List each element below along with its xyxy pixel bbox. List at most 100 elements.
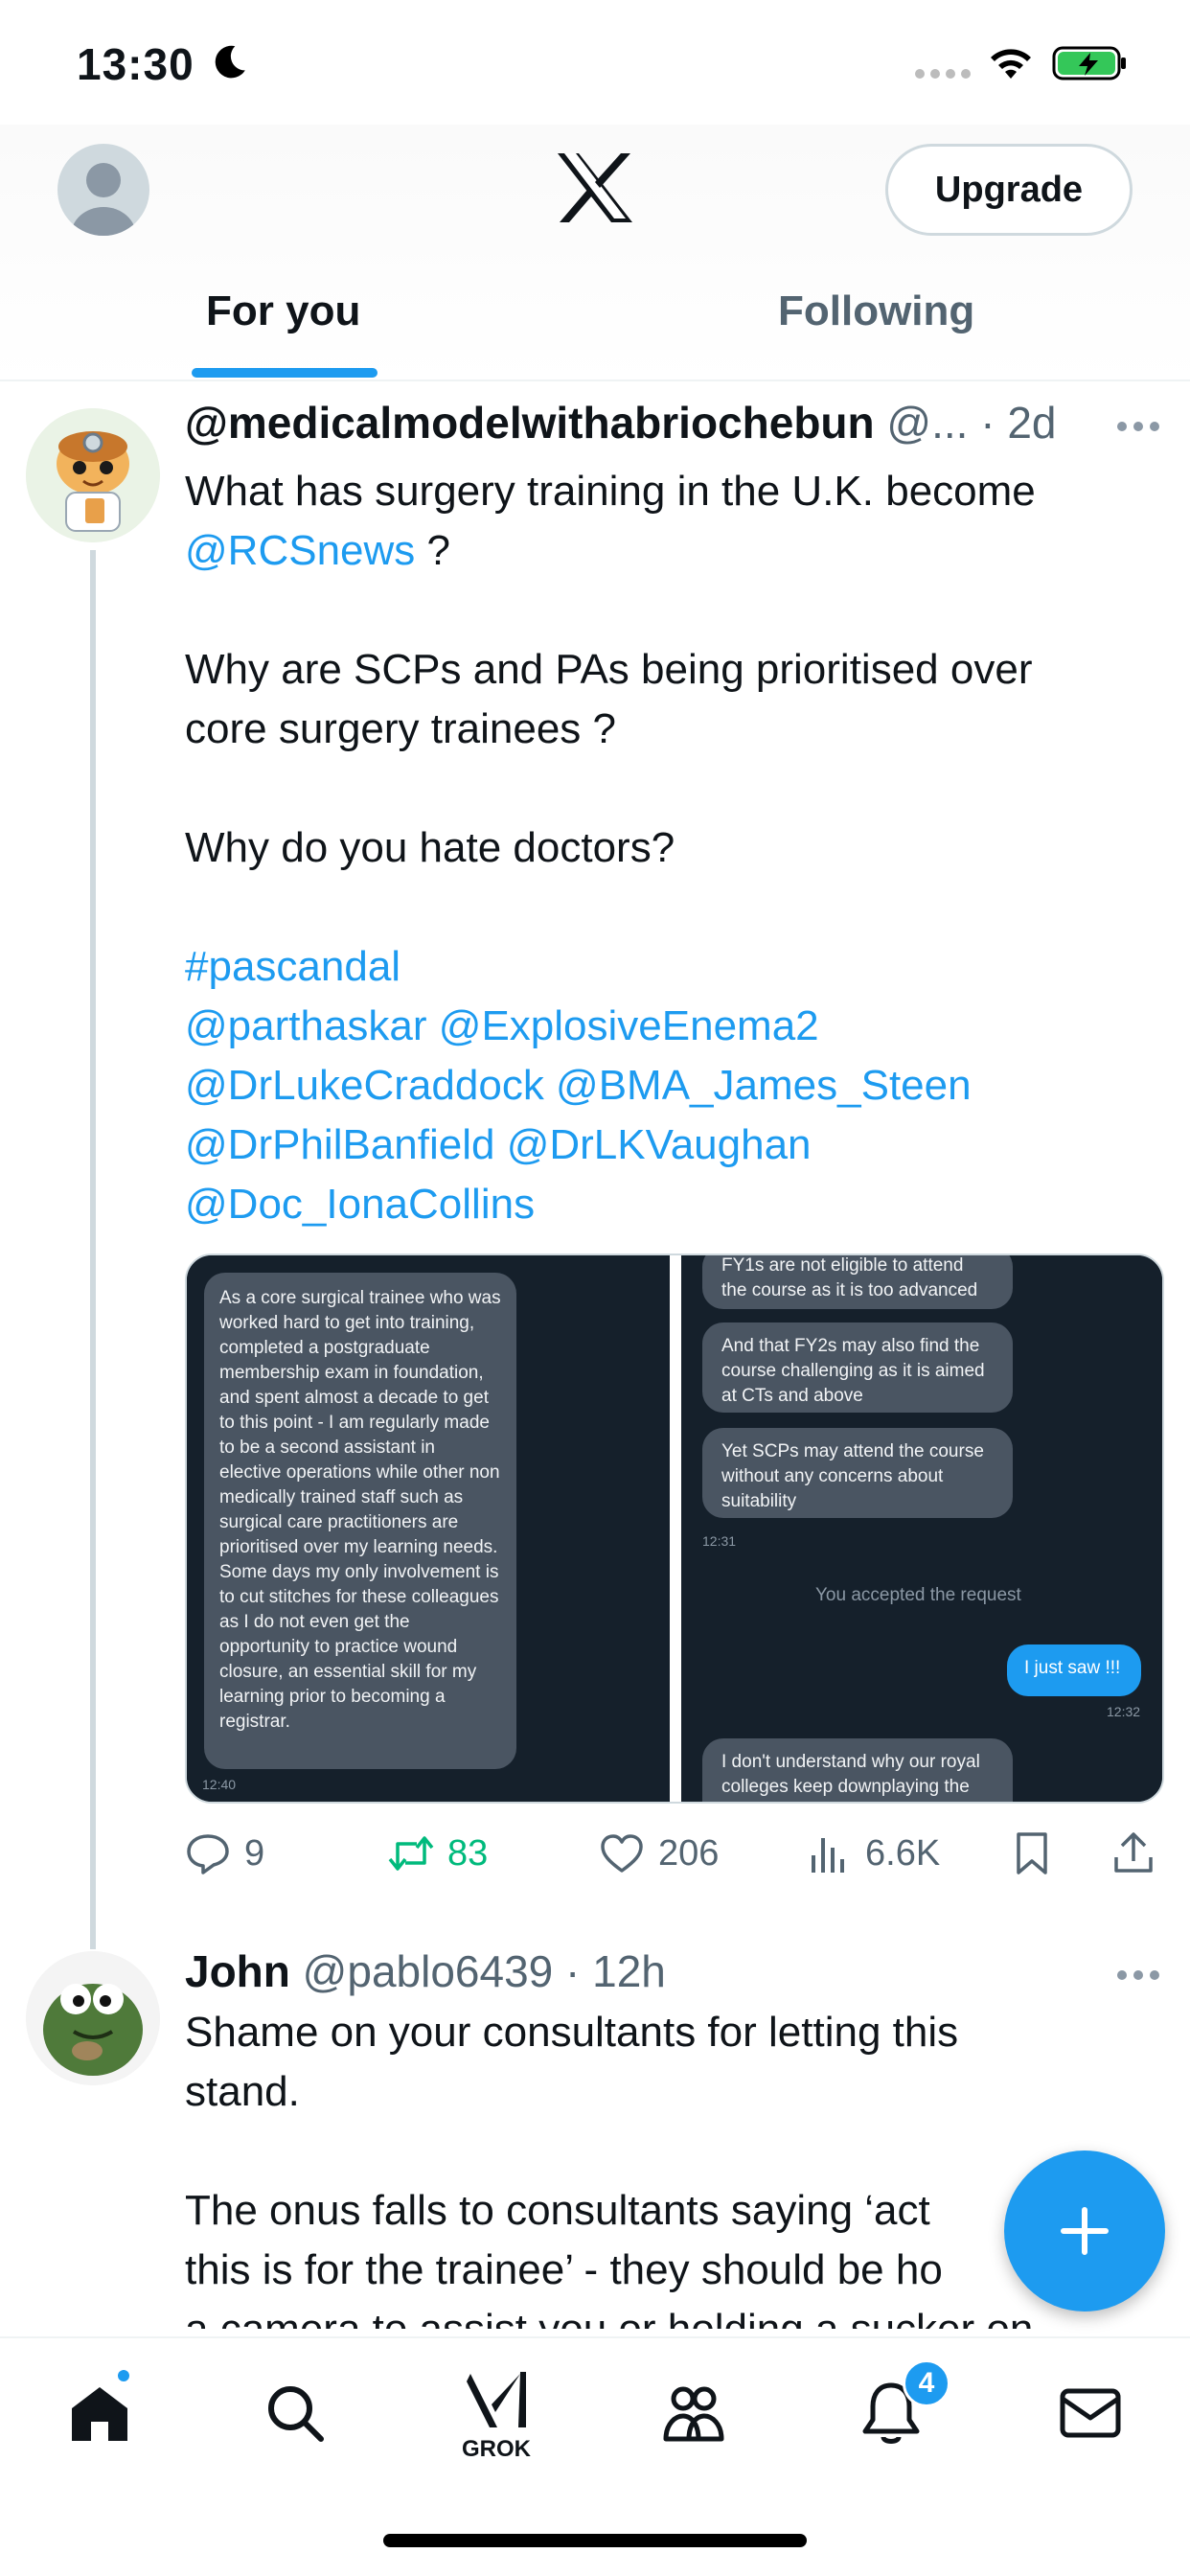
home-icon: [72, 2387, 127, 2441]
compose-plus-icon: [1061, 2207, 1109, 2255]
grok-label: GROK: [462, 2436, 531, 2462]
tweet-text-line: Why do you hate doctors?: [185, 818, 1143, 878]
views-icon: [812, 1838, 844, 1873]
tweet-link[interactable]: @Doc_IonaCollins: [185, 1181, 535, 1228]
tweet-text-line: this is for the trainee’ - they should b…: [185, 2241, 1143, 2300]
tweet-author-name[interactable]: @medicalmodelwithabriochebun: [185, 398, 875, 448]
wifi-icon: [991, 49, 1031, 79]
tweet-text-line: @Doc_IonaCollins: [185, 1175, 1143, 1234]
repost-button[interactable]: 83: [388, 1827, 488, 1880]
tweet-author-handle[interactable]: @...: [886, 398, 968, 448]
tweet-text-line: #pascandal: [185, 937, 1143, 997]
profile-avatar-button[interactable]: [57, 144, 149, 236]
grok-icon: [467, 2372, 526, 2427]
nav-grok[interactable]: [458, 2363, 535, 2440]
tweet-text-line: [185, 878, 1143, 937]
nav-messages[interactable]: [1052, 2375, 1129, 2451]
active-tab-indicator: [192, 368, 378, 378]
chat-bubble: FY1s are not eligible to attend the cour…: [702, 1255, 1013, 1309]
mail-icon: [1060, 2388, 1121, 2438]
tweet-time: · 2d: [980, 398, 1057, 448]
tab-following[interactable]: Following: [778, 288, 974, 335]
tweet-text: The onus falls to consultants saying ‘ac…: [185, 2187, 930, 2234]
tweet-actions: 9 83 206 6.6K: [185, 1827, 1164, 1880]
like-icon: [601, 1834, 643, 1873]
tab-for-you[interactable]: For you: [206, 288, 360, 335]
tweet-author-handle[interactable]: @pablo6439: [303, 1946, 554, 1996]
chat-bubble: Yet SCPs may attend the course without a…: [702, 1428, 1013, 1518]
chat-bubble-sent: I just saw !!!: [1007, 1644, 1141, 1696]
moon-icon: [215, 45, 245, 79]
tweet-media-image[interactable]: As a core surgical trainee who was worke…: [185, 1254, 1164, 1804]
frog-cartoon-avatar-icon: [26, 1951, 160, 2085]
tweet-body: What has surgery training in the U.K. be…: [185, 462, 1143, 1234]
search-icon: [268, 2386, 324, 2442]
x-logo-icon[interactable]: [556, 151, 634, 224]
chat-bubble: And that FY2s may also find the course c…: [702, 1322, 1013, 1413]
views-count: 6.6K: [865, 1832, 941, 1874]
nav-home[interactable]: [61, 2375, 138, 2451]
default-avatar-icon: [71, 163, 136, 236]
more-options-icon[interactable]: [1117, 422, 1159, 433]
tweet-link[interactable]: @RCSnews: [185, 527, 415, 574]
chat-timestamp: 12:40: [202, 1777, 237, 1792]
tweet-text-line: Shame on your consultants for letting th…: [185, 2003, 1143, 2062]
doctor-cartoon-avatar-icon: [26, 408, 160, 542]
chat-timestamp: 12:31: [702, 1533, 737, 1549]
nav-search[interactable]: [257, 2375, 333, 2451]
tweet-author-name[interactable]: John: [185, 1946, 290, 1996]
upgrade-button[interactable]: Upgrade: [885, 144, 1133, 236]
tweet-author-avatar[interactable]: [26, 408, 160, 542]
chat-bubble: As a core surgical trainee who was worke…: [204, 1273, 516, 1769]
media-screenshot-right: FY1s are not eligible to attend the cour…: [681, 1255, 1162, 1802]
like-button[interactable]: 206: [599, 1827, 719, 1880]
tweet-header: @medicalmodelwithabriochebun @... · 2d: [185, 397, 1057, 448]
tweet-text-line: [185, 759, 1143, 818]
tweet-text: Shame on your consultants for letting th…: [185, 2009, 959, 2056]
share-icon: [1114, 1832, 1153, 1873]
tweet-text-line: The onus falls to consultants saying ‘ac…: [185, 2181, 1143, 2241]
bookmark-button[interactable]: [1009, 1827, 1055, 1880]
reply-count: 9: [244, 1832, 265, 1874]
tweet-text-line: Why are SCPs and PAs being prioritised o…: [185, 640, 1143, 700]
status-bar: 13:30: [0, 0, 1190, 125]
media-divider: [670, 1255, 681, 1802]
tweet-link[interactable]: #pascandal: [185, 943, 400, 990]
repost-count: 83: [447, 1832, 489, 1874]
timeline-tabs: For you Following: [0, 268, 1190, 381]
cellular-signal-icon: [915, 69, 971, 82]
bookmark-icon: [1017, 1832, 1047, 1874]
compose-post-button[interactable]: [1004, 2150, 1165, 2312]
tweet-body: Shame on your consultants for letting th…: [185, 2003, 1143, 2329]
like-count: 206: [658, 1832, 720, 1874]
tweet-text: a camera to assist you or holding a suck…: [185, 2306, 1033, 2329]
chat-system-note: You accepted the request: [815, 1585, 1021, 1605]
tweet-text-line: [185, 581, 1143, 640]
tweet-text-line: @RCSnews ?: [185, 521, 1143, 581]
tweet-link[interactable]: @parthaskar @ExplosiveEnema2: [185, 1002, 819, 1049]
tweet-text-line: @DrLukeCraddock @BMA_James_Steen: [185, 1056, 1143, 1116]
media-screenshot-left: As a core surgical trainee who was worke…: [187, 1255, 670, 1802]
tweet-text-line: stand.: [185, 2062, 1143, 2122]
tweet-header: John @pablo6439 · 12h: [185, 1945, 666, 1997]
battery-charging-icon: [1052, 46, 1126, 80]
tweet-link[interactable]: @DrPhilBanfield @DrLKVaughan: [185, 1121, 812, 1168]
share-button[interactable]: [1110, 1827, 1156, 1880]
tweet-time: · 12h: [565, 1946, 666, 1996]
tweet-text: What has surgery training in the U.K. be…: [185, 468, 1036, 515]
thread-connector-line: [90, 550, 96, 1949]
reply-button[interactable]: 9: [185, 1827, 264, 1880]
communities-icon: [663, 2386, 724, 2442]
notifications-badge: 4: [903, 2359, 950, 2407]
nav-communities[interactable]: [655, 2375, 732, 2451]
more-options-icon[interactable]: [1117, 1970, 1159, 1982]
tweet-text-line: What has surgery training in the U.K. be…: [185, 462, 1143, 521]
tweet-link[interactable]: @DrLukeCraddock @BMA_James_Steen: [185, 1062, 972, 1109]
tweet-text: core surgery trainees ?: [185, 705, 616, 752]
tweet-text-line: @DrPhilBanfield @DrLKVaughan: [185, 1116, 1143, 1175]
tweet-author-avatar[interactable]: [26, 1951, 160, 2085]
repost-icon: [388, 1836, 434, 1871]
views-button[interactable]: 6.6K: [806, 1827, 940, 1880]
reply-icon: [187, 1834, 229, 1874]
home-new-indicator: [115, 2367, 132, 2384]
